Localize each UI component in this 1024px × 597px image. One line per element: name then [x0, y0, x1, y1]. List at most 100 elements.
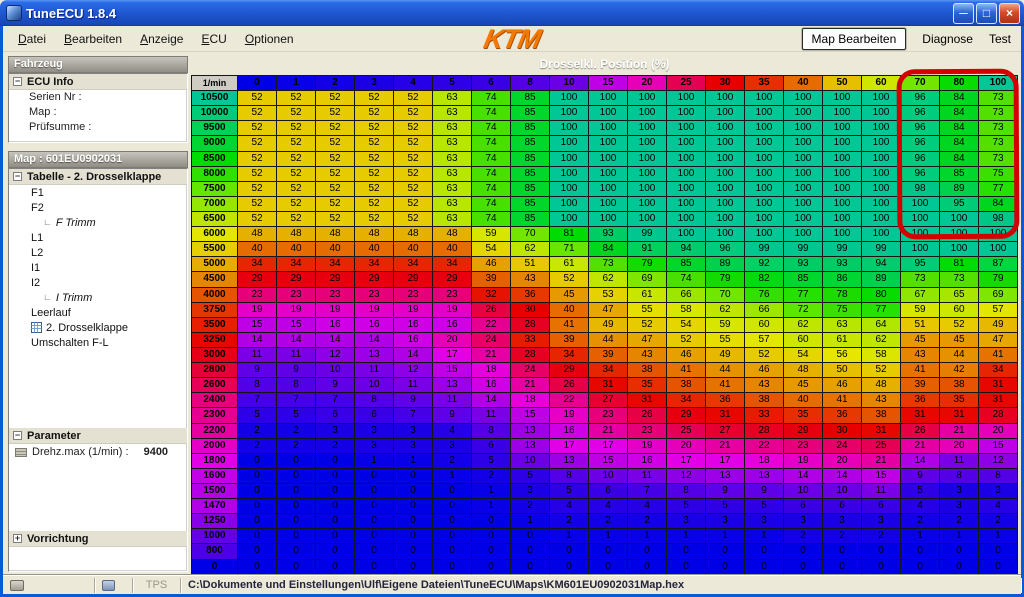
- map-cell[interactable]: 52: [277, 181, 316, 196]
- map-cell[interactable]: 31: [979, 378, 1018, 393]
- map-cell[interactable]: 5: [550, 483, 589, 498]
- map-cell[interactable]: 0: [277, 559, 316, 575]
- map-cell[interactable]: 53: [589, 287, 628, 302]
- map-cell[interactable]: 46: [745, 363, 784, 378]
- map-cell[interactable]: 20: [940, 438, 979, 453]
- map-cell[interactable]: 10: [589, 468, 628, 483]
- map-cell[interactable]: 11: [472, 408, 511, 423]
- map-cell[interactable]: 27: [589, 393, 628, 408]
- map-cell[interactable]: 60: [745, 317, 784, 332]
- map-cell[interactable]: 99: [862, 242, 901, 257]
- map-cell[interactable]: 31: [628, 393, 667, 408]
- map-cell[interactable]: 87: [979, 257, 1018, 272]
- map-cell[interactable]: 85: [511, 136, 550, 151]
- map-cell[interactable]: 15: [277, 317, 316, 332]
- map-cell[interactable]: 39: [550, 332, 589, 347]
- map-cell[interactable]: 100: [589, 106, 628, 121]
- map-cell[interactable]: 63: [433, 166, 472, 181]
- map-cell[interactable]: 2: [433, 453, 472, 468]
- map-cell[interactable]: 99: [628, 227, 667, 242]
- tree-item-f2[interactable]: F2: [9, 200, 187, 215]
- map-cell[interactable]: 100: [745, 211, 784, 226]
- map-cell[interactable]: 0: [433, 559, 472, 575]
- map-cell[interactable]: 100: [589, 91, 628, 106]
- map-cell[interactable]: 100: [745, 136, 784, 151]
- map-cell[interactable]: 6: [862, 499, 901, 514]
- map-cell[interactable]: 2: [277, 438, 316, 453]
- map-cell[interactable]: 13: [706, 468, 745, 483]
- map-cell[interactable]: 100: [940, 211, 979, 226]
- map-cell[interactable]: 22: [472, 317, 511, 332]
- map-cell[interactable]: 2: [550, 514, 589, 529]
- map-cell[interactable]: 38: [667, 378, 706, 393]
- map-cell[interactable]: 1: [940, 529, 979, 544]
- map-cell[interactable]: 100: [550, 166, 589, 181]
- map-cell[interactable]: 0: [238, 499, 277, 514]
- map-cell[interactable]: 0: [784, 544, 823, 559]
- map-cell[interactable]: 100: [823, 136, 862, 151]
- map-cell[interactable]: 100: [862, 227, 901, 242]
- map-cell[interactable]: 10: [511, 453, 550, 468]
- map-cell[interactable]: 52: [355, 91, 394, 106]
- map-cell[interactable]: 10: [823, 483, 862, 498]
- map-cell[interactable]: 2: [979, 514, 1018, 529]
- map-cell[interactable]: 0: [355, 559, 394, 575]
- map-cell[interactable]: 14: [472, 393, 511, 408]
- map-cell[interactable]: 45: [784, 378, 823, 393]
- map-cell[interactable]: 0: [394, 514, 433, 529]
- map-cell[interactable]: 100: [784, 106, 823, 121]
- map-cell[interactable]: 36: [901, 393, 940, 408]
- map-cell[interactable]: 0: [355, 544, 394, 559]
- map-cell[interactable]: 4: [979, 499, 1018, 514]
- map-cell[interactable]: 34: [550, 347, 589, 362]
- map-cell[interactable]: 49: [706, 347, 745, 362]
- map-cell[interactable]: 52: [394, 166, 433, 181]
- map-cell[interactable]: 9: [433, 408, 472, 423]
- map-cell[interactable]: 9: [745, 483, 784, 498]
- map-cell[interactable]: 100: [589, 181, 628, 196]
- map-cell[interactable]: 0: [238, 544, 277, 559]
- map-cell[interactable]: 42: [940, 363, 979, 378]
- map-cell[interactable]: 11: [394, 378, 433, 393]
- map-cell[interactable]: 0: [355, 529, 394, 544]
- map-cell[interactable]: 74: [472, 151, 511, 166]
- map-cell[interactable]: 66: [667, 287, 706, 302]
- map-cell[interactable]: 9: [316, 378, 355, 393]
- map-cell[interactable]: 63: [433, 136, 472, 151]
- map-cell[interactable]: 48: [862, 378, 901, 393]
- map-cell[interactable]: 45: [940, 332, 979, 347]
- map-cell[interactable]: 99: [745, 242, 784, 257]
- map-cell[interactable]: 8: [238, 378, 277, 393]
- map-cell[interactable]: 85: [784, 272, 823, 287]
- map-cell[interactable]: 94: [667, 242, 706, 257]
- map-cell[interactable]: 52: [862, 363, 901, 378]
- map-cell[interactable]: 84: [940, 136, 979, 151]
- map-cell[interactable]: 13: [511, 423, 550, 438]
- map-cell[interactable]: 23: [628, 423, 667, 438]
- map-cell[interactable]: 38: [628, 363, 667, 378]
- map-cell[interactable]: 8: [472, 423, 511, 438]
- map-cell[interactable]: 79: [979, 272, 1018, 287]
- map-cell[interactable]: 0: [355, 468, 394, 483]
- map-cell[interactable]: 21: [472, 347, 511, 362]
- map-cell[interactable]: 86: [823, 272, 862, 287]
- map-cell[interactable]: 49: [589, 317, 628, 332]
- map-cell[interactable]: 19: [316, 302, 355, 317]
- map-cell[interactable]: 34: [238, 257, 277, 272]
- map-cell[interactable]: 0: [628, 559, 667, 575]
- tree-item-leerlauf[interactable]: Leerlauf: [9, 305, 187, 320]
- map-cell[interactable]: 100: [628, 151, 667, 166]
- map-cell[interactable]: 41: [667, 363, 706, 378]
- map-cell[interactable]: 2: [823, 529, 862, 544]
- map-cell[interactable]: 79: [706, 272, 745, 287]
- map-cell[interactable]: 89: [862, 272, 901, 287]
- map-cell[interactable]: 100: [628, 136, 667, 151]
- map-cell[interactable]: 34: [667, 393, 706, 408]
- map-cell[interactable]: 49: [979, 317, 1018, 332]
- map-cell[interactable]: 95: [940, 196, 979, 211]
- map-cell[interactable]: 52: [238, 196, 277, 211]
- map-cell[interactable]: 52: [394, 121, 433, 136]
- map-cell[interactable]: 19: [394, 302, 433, 317]
- map-cell[interactable]: 70: [511, 227, 550, 242]
- map-cell[interactable]: 5: [511, 468, 550, 483]
